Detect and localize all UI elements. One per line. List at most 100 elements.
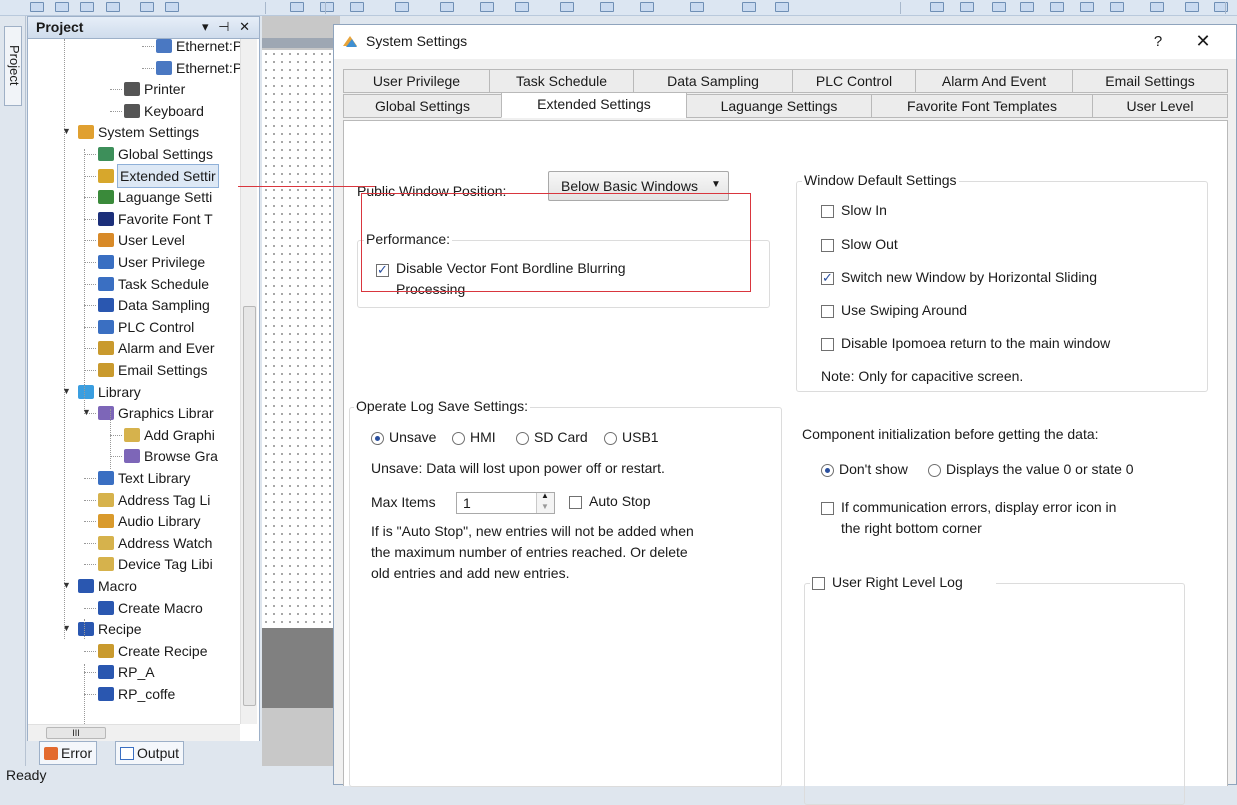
- tree-item[interactable]: Data Sampling: [98, 294, 210, 316]
- tree-item[interactable]: Address Tag Li: [98, 489, 210, 511]
- tree-item[interactable]: Ethernet:Por: [156, 39, 240, 57]
- toolbar-tool-icon[interactable]: [480, 2, 494, 12]
- spin-buttons[interactable]: ▲ ▼: [536, 491, 554, 513]
- toolbar-tool-icon[interactable]: [1150, 2, 1164, 12]
- toolbar-tool-icon[interactable]: [775, 2, 789, 12]
- close-button[interactable]: ✕: [1189, 29, 1217, 53]
- radio-sd-card[interactable]: [516, 432, 529, 445]
- toolbar-tool-icon[interactable]: [55, 2, 69, 12]
- unsave-note: Unsave: Data will lost upon power off or…: [371, 460, 665, 476]
- toolbar-tool-icon[interactable]: [30, 2, 44, 12]
- toolbar-tool-icon[interactable]: [960, 2, 974, 12]
- project-vertical-tab[interactable]: Project: [4, 26, 22, 106]
- tree-item[interactable]: Address Watch: [98, 532, 212, 554]
- toolbar-tool-icon[interactable]: [80, 2, 94, 12]
- slow-out-checkbox[interactable]: [821, 239, 834, 252]
- max-items-spinbox[interactable]: 1 ▲ ▼: [456, 491, 555, 514]
- tree-item[interactable]: Graphics Librar: [98, 402, 214, 424]
- tree-hscroll-thumb[interactable]: III: [46, 727, 106, 739]
- radio-display-zero[interactable]: [928, 464, 941, 477]
- tab-extended-settings[interactable]: Extended Settings: [501, 92, 687, 118]
- tree-item[interactable]: Global Settings: [98, 143, 213, 165]
- toolbar-tool-icon[interactable]: [690, 2, 704, 12]
- toolbar-tool-icon[interactable]: [930, 2, 944, 12]
- tree-item[interactable]: Task Schedule: [98, 273, 209, 295]
- tree-item[interactable]: Library: [78, 381, 141, 403]
- auto-stop-checkbox[interactable]: [569, 496, 582, 509]
- toolbar-tool-icon[interactable]: [140, 2, 154, 12]
- error-tab[interactable]: Error: [39, 741, 98, 765]
- tree-item[interactable]: PLC Control: [98, 316, 194, 338]
- help-button[interactable]: ?: [1144, 30, 1172, 54]
- toolbar-tool-icon[interactable]: [440, 2, 454, 12]
- toolbar-tool-icon[interactable]: [106, 2, 120, 12]
- toolbar-tool-icon[interactable]: [1050, 2, 1064, 12]
- tree-item[interactable]: Device Tag Libi: [98, 553, 213, 575]
- toolbar-tool-icon[interactable]: [742, 2, 756, 12]
- radio-usb1[interactable]: [604, 432, 617, 445]
- tree-item[interactable]: System Settings: [78, 121, 199, 143]
- toolbar-tool-icon[interactable]: [165, 2, 179, 12]
- toolbar-tool-icon[interactable]: [1110, 2, 1124, 12]
- radio-dont-show[interactable]: [821, 464, 834, 477]
- tree-horizontal-scrollbar[interactable]: III: [28, 724, 240, 741]
- tree-vertical-scrollbar[interactable]: [240, 39, 257, 724]
- tree-item[interactable]: Text Library: [98, 467, 190, 489]
- tree-item[interactable]: Printer: [124, 78, 185, 100]
- tree-item[interactable]: Ethernet:Por: [156, 57, 240, 79]
- comm-error-checkbox[interactable]: [821, 502, 834, 515]
- tree-item[interactable]: User Level: [98, 229, 185, 251]
- tree-item[interactable]: Create Recipe: [98, 640, 208, 662]
- tab-user-privilege[interactable]: User Privilege: [343, 69, 490, 93]
- tree-item[interactable]: Favorite Font T: [98, 208, 213, 230]
- tab-favorite-font-templates[interactable]: Favorite Font Templates: [871, 94, 1093, 118]
- tab-plc-control[interactable]: PLC Control: [792, 69, 916, 93]
- tree-item[interactable]: Keyboard: [124, 100, 204, 122]
- tree-item[interactable]: User Privilege: [98, 251, 205, 273]
- user-right-level-log-checkbox[interactable]: [812, 577, 825, 590]
- spin-up-icon[interactable]: ▲: [541, 491, 549, 500]
- editor-canvas[interactable]: [262, 50, 340, 630]
- toolbar-tool-icon[interactable]: [350, 2, 364, 12]
- tree-item[interactable]: Laguange Setti: [98, 186, 212, 208]
- use-swiping-checkbox[interactable]: [821, 305, 834, 318]
- radio-unsave[interactable]: [371, 432, 384, 445]
- tab-email-settings[interactable]: Email Settings: [1072, 69, 1228, 93]
- toolbar-tool-icon[interactable]: [992, 2, 1006, 12]
- tab-language-settings[interactable]: Laguange Settings: [686, 94, 872, 118]
- tab-task-schedule[interactable]: Task Schedule: [489, 69, 634, 93]
- tab-user-level[interactable]: User Level: [1092, 94, 1228, 118]
- toolbar-tool-icon[interactable]: [290, 2, 304, 12]
- slow-in-checkbox[interactable]: [821, 205, 834, 218]
- radio-hmi[interactable]: [452, 432, 465, 445]
- tree-item[interactable]: Email Settings: [98, 359, 207, 381]
- tree-item[interactable]: Create Macro: [98, 597, 203, 619]
- tree-item[interactable]: Recipe: [78, 618, 142, 640]
- tree-item[interactable]: Audio Library: [98, 510, 201, 532]
- tree-item[interactable]: Alarm and Ever: [98, 337, 214, 359]
- spin-down-icon[interactable]: ▼: [541, 502, 549, 511]
- tree-item[interactable]: Macro: [78, 575, 137, 597]
- output-tab[interactable]: Output: [115, 741, 185, 765]
- toolbar-tool-icon[interactable]: [1020, 2, 1034, 12]
- tree-item[interactable]: RP_coffe: [98, 683, 175, 705]
- tree-item[interactable]: Browse Gra: [124, 445, 218, 467]
- toolbar-tool-icon[interactable]: [560, 2, 574, 12]
- panel-window-buttons[interactable]: ▾ ⊣ ✕: [202, 19, 253, 35]
- toolbar-tool-icon[interactable]: [1080, 2, 1094, 12]
- toolbar-tool-icon[interactable]: [395, 2, 409, 12]
- tree-item[interactable]: RP_A: [98, 661, 155, 683]
- tree-item[interactable]: Extended Settir: [98, 163, 219, 188]
- toolbar-tool-icon[interactable]: [1185, 2, 1199, 12]
- toolbar-tool-icon[interactable]: [515, 2, 529, 12]
- horizontal-sliding-checkbox[interactable]: [821, 270, 834, 286]
- tab-data-sampling[interactable]: Data Sampling: [633, 69, 793, 93]
- disable-ipomoea-checkbox[interactable]: [821, 338, 834, 351]
- toolbar-tool-icon[interactable]: [600, 2, 614, 12]
- toolbar-tool-icon[interactable]: [640, 2, 654, 12]
- tree-vscroll-thumb[interactable]: [243, 306, 256, 706]
- tab-alarm-and-event[interactable]: Alarm And Event: [915, 69, 1073, 93]
- tree-item[interactable]: Add Graphi: [124, 424, 215, 446]
- tab-global-settings[interactable]: Global Settings: [343, 94, 502, 118]
- toolbar-tool-icon[interactable]: [320, 2, 334, 12]
